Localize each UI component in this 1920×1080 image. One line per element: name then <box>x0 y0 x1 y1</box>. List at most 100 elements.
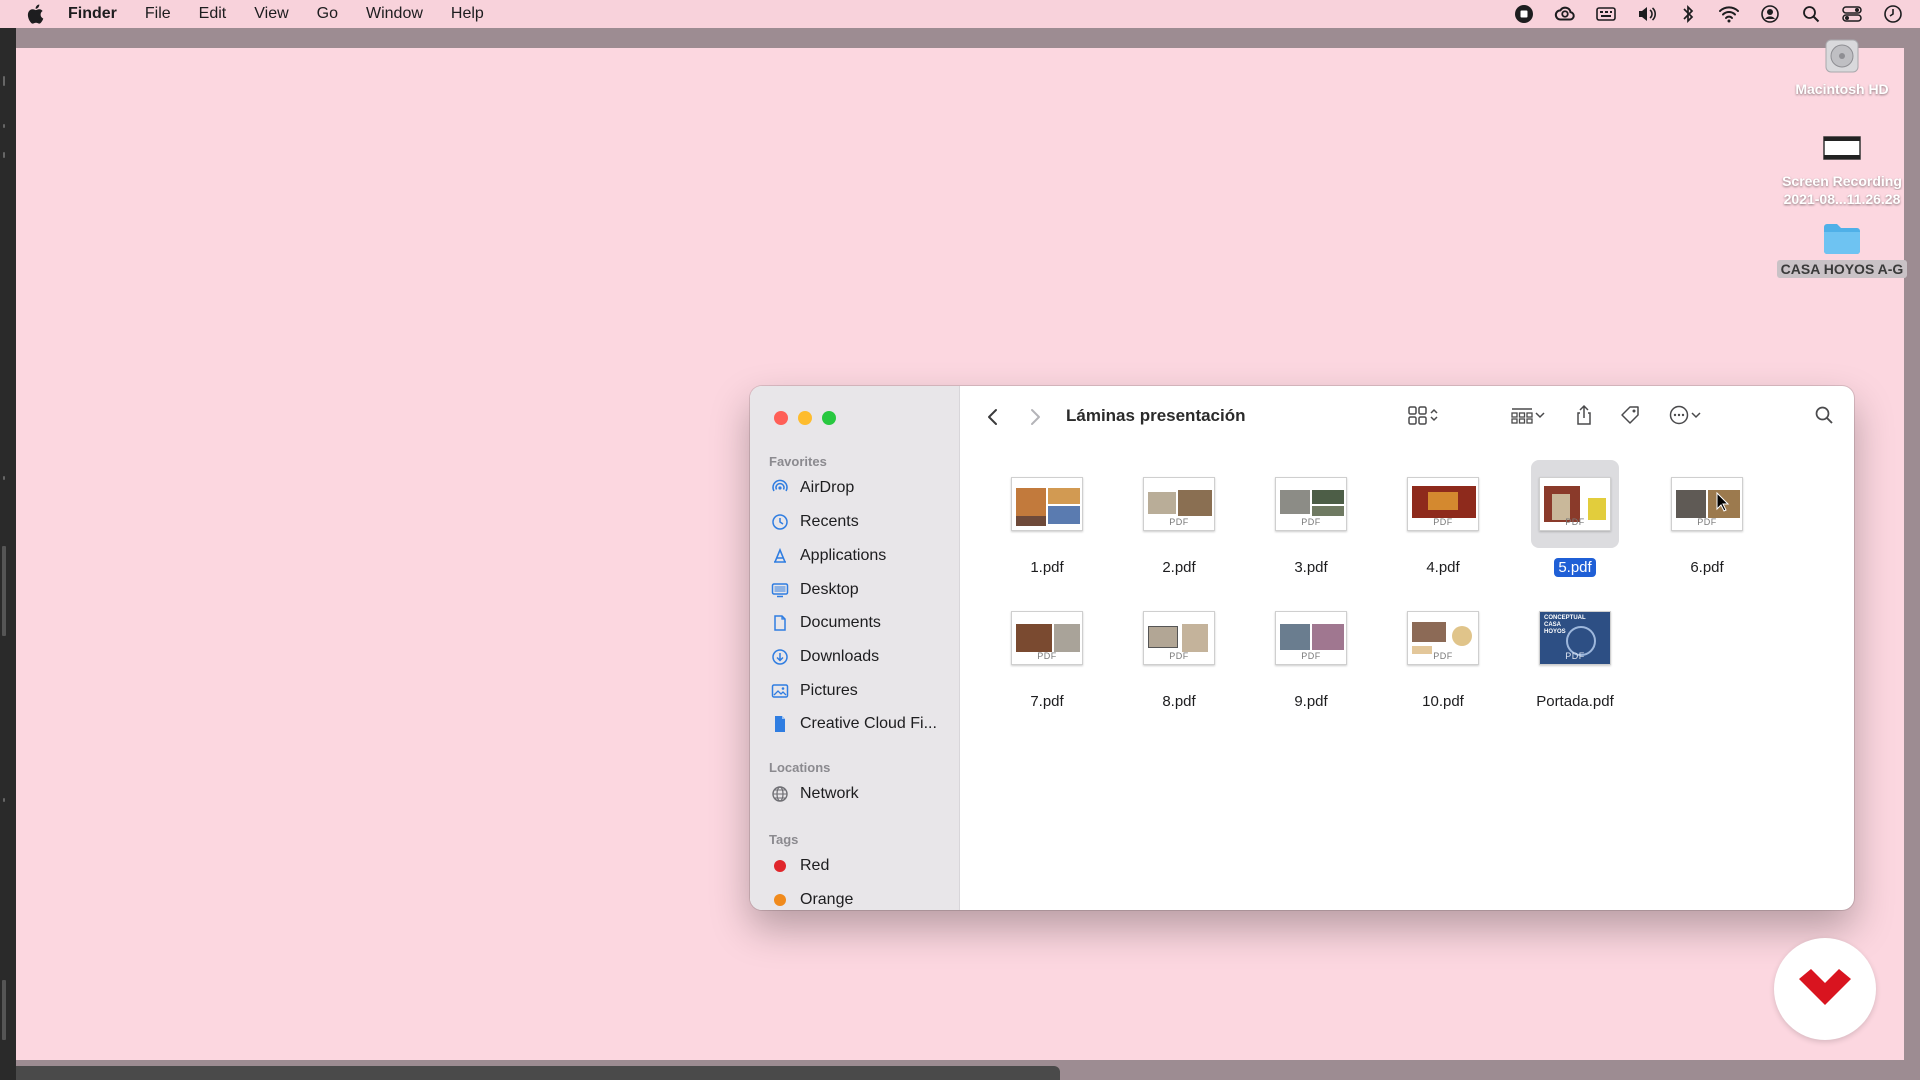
file-name: 5.pdf <box>1554 558 1596 577</box>
sidebar-item-applications[interactable]: Applications <box>770 541 950 571</box>
finder-sidebar: Favorites AirDrop Recents Applications D… <box>750 386 960 910</box>
creative-cloud-icon[interactable] <box>1554 3 1576 25</box>
sidebar-item-creative-cloud-files[interactable]: Creative Cloud Fi... <box>770 709 950 739</box>
sidebar-item-desktop[interactable]: Desktop <box>770 575 950 605</box>
zoom-button[interactable] <box>822 411 836 425</box>
pdf-thumbnail-frame: PDF <box>1267 460 1355 548</box>
sidebar-item-label: Creative Cloud Fi... <box>800 715 937 732</box>
pdf-thumbnail-frame: CONCEPTUAL CASA HOYOS PDF <box>1531 594 1619 682</box>
tags-button[interactable] <box>1616 403 1644 431</box>
window-title: Láminas presentación <box>1066 406 1246 425</box>
sidebar-tag-orange[interactable]: Orange <box>770 885 950 910</box>
desktop-icon-screen-recording[interactable]: Screen Recording 2021-08...11.26.28 <box>1772 128 1912 208</box>
keyboard-input-icon[interactable] <box>1595 3 1617 25</box>
menu-view[interactable]: View <box>254 5 288 23</box>
back-button[interactable] <box>980 403 1006 431</box>
search-button[interactable] <box>1810 403 1838 431</box>
file-item[interactable]: 1.pdf <box>992 460 1102 577</box>
left-screen-strip <box>0 28 16 1080</box>
file-item-selected[interactable]: PDF 5.pdf <box>1520 460 1630 577</box>
pdf-mark: PDF <box>1301 651 1321 661</box>
pdf-mark: PDF <box>1565 651 1585 661</box>
pdf-thumbnail-icon: PDF <box>1275 611 1347 665</box>
file-item[interactable]: PDF 8.pdf <box>1124 594 1234 711</box>
record-stop-icon[interactable] <box>1513 3 1535 25</box>
pdf-mark: PDF <box>1433 517 1453 527</box>
file-name: 7.pdf <box>1030 693 1064 710</box>
file-grid: 1.pdf PDF 2.pdf PDF 3.pdf PDF 4.pdf PDF … <box>960 448 1854 910</box>
sidebar-item-label: Downloads <box>800 648 880 665</box>
tag-color-dot <box>770 890 790 910</box>
sidebar-item-label: Recents <box>800 513 859 530</box>
view-mode-button[interactable] <box>1400 403 1446 431</box>
pdf-mark: PDF <box>1301 517 1321 527</box>
red-chevron-logo-icon <box>1797 967 1853 1012</box>
menu-go[interactable]: Go <box>317 5 338 23</box>
mouse-cursor-icon <box>1716 491 1730 517</box>
file-item[interactable]: PDF 7.pdf <box>992 594 1102 711</box>
sidebar-item-label: AirDrop <box>800 479 855 496</box>
sidebar-header-locations: Locations <box>769 760 831 775</box>
chevron-down-icon <box>1534 408 1546 426</box>
control-center-icon[interactable] <box>1841 3 1863 25</box>
user-account-icon[interactable] <box>1759 3 1781 25</box>
minimize-button[interactable] <box>798 411 812 425</box>
pdf-thumbnail-frame: PDF <box>1003 594 1091 682</box>
menu-app-finder[interactable]: Finder <box>68 5 117 23</box>
sidebar-item-documents[interactable]: Documents <box>770 608 950 638</box>
file-item[interactable]: PDF 9.pdf <box>1256 594 1366 711</box>
file-item[interactable]: PDF 10.pdf <box>1388 594 1498 711</box>
file-icon <box>770 714 790 734</box>
spotlight-search-icon[interactable] <box>1800 3 1822 25</box>
hard-drive-icon <box>1822 36 1862 76</box>
desktop-icon-label: CASA HOYOS A-G <box>1776 260 1908 278</box>
file-name: 9.pdf <box>1294 693 1328 710</box>
sidebar-item-label: Orange <box>800 891 854 908</box>
group-grid-icon <box>1510 405 1534 430</box>
status-icons <box>1494 0 1904 28</box>
sidebar-item-recents[interactable]: Recents <box>770 507 950 537</box>
menu-file[interactable]: File <box>145 5 171 23</box>
app-logo-badge[interactable] <box>1774 938 1876 1040</box>
sidebar-item-label: Pictures <box>800 682 858 699</box>
sidebar-item-label: Desktop <box>800 581 859 598</box>
sidebar-tag-red[interactable]: Red <box>770 851 950 881</box>
folder-icon <box>1822 220 1862 256</box>
menu-window[interactable]: Window <box>366 5 423 23</box>
menu-edit[interactable]: Edit <box>199 5 227 23</box>
desktop-icon-casa-hoyos-folder[interactable]: CASA HOYOS A-G <box>1772 220 1912 281</box>
pdf-thumbnail-icon: PDF <box>1539 477 1611 531</box>
file-name: 1.pdf <box>1030 559 1064 576</box>
pdf-thumbnail-icon <box>1011 477 1083 531</box>
more-actions-button[interactable] <box>1662 403 1708 431</box>
group-by-button[interactable] <box>1506 403 1550 431</box>
finder-window[interactable]: Favorites AirDrop Recents Applications D… <box>750 386 1854 910</box>
clock-icon[interactable] <box>1882 3 1904 25</box>
sidebar-item-label: Documents <box>800 614 881 631</box>
sidebar-header-tags: Tags <box>769 832 799 847</box>
volume-icon[interactable] <box>1636 3 1658 25</box>
video-file-icon <box>1822 128 1862 168</box>
close-button[interactable] <box>774 411 788 425</box>
pdf-mark: PDF <box>1565 517 1585 527</box>
pdf-thumbnail-frame <box>1003 460 1091 548</box>
sidebar-item-network[interactable]: Network <box>770 779 950 809</box>
sidebar-item-pictures[interactable]: Pictures <box>770 676 950 706</box>
file-item[interactable]: CONCEPTUAL CASA HOYOS PDF Portada.pdf <box>1520 594 1630 711</box>
file-item[interactable]: PDF 3.pdf <box>1256 460 1366 577</box>
wifi-icon[interactable] <box>1718 3 1740 25</box>
sidebar-item-downloads[interactable]: Downloads <box>770 642 950 672</box>
sidebar-item-airdrop[interactable]: AirDrop <box>770 473 950 503</box>
apple-menu-icon[interactable] <box>24 3 46 25</box>
menu-help[interactable]: Help <box>451 5 484 23</box>
pdf-thumbnail-frame: PDF <box>1531 460 1619 548</box>
share-button[interactable] <box>1570 403 1598 431</box>
file-item[interactable]: PDF 4.pdf <box>1388 460 1498 577</box>
pdf-thumbnail-frame: PDF <box>1663 460 1751 548</box>
file-item[interactable]: PDF 6.pdf <box>1652 460 1762 577</box>
desktop-icon-macintosh-hd[interactable]: Macintosh HD <box>1772 36 1912 98</box>
file-item[interactable]: PDF 2.pdf <box>1124 460 1234 577</box>
bluetooth-icon[interactable] <box>1677 3 1699 25</box>
forward-button[interactable] <box>1022 403 1048 431</box>
ellipsis-circle-icon <box>1668 404 1690 431</box>
